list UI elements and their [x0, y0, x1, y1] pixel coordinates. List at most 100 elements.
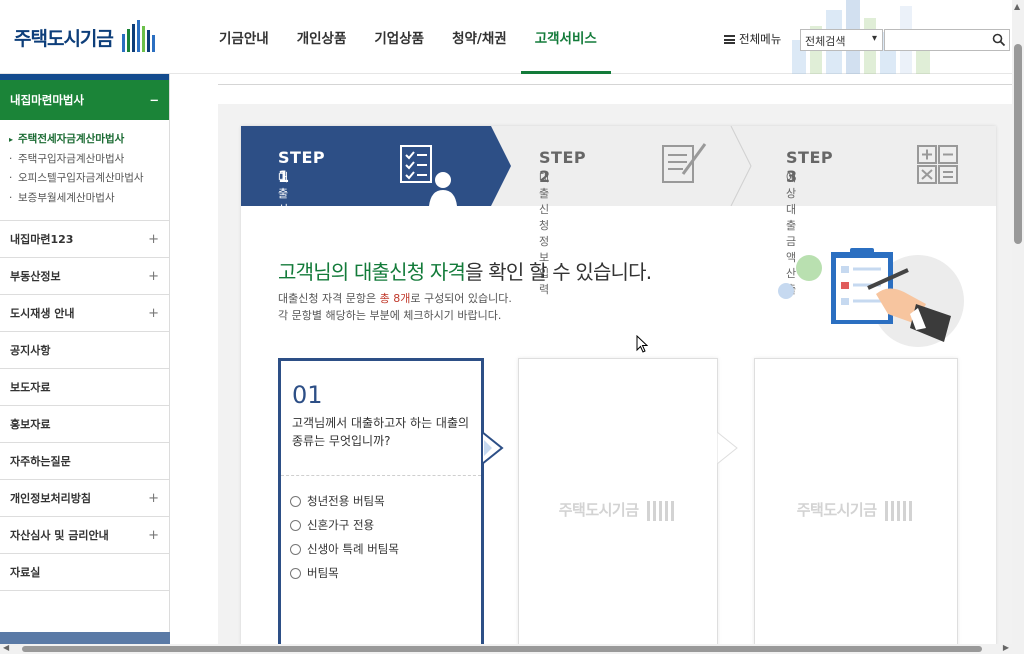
desc-line-1-post: 로 구성되어 있습니다.	[410, 292, 512, 305]
watermark-building-icon	[647, 500, 678, 521]
option-newlywed[interactable]: 신혼가구 전용	[290, 513, 399, 537]
desc-line-1-pre: 대출신청 자격 문항은	[278, 292, 380, 305]
sidebar-item-faq[interactable]: 자주하는질문	[0, 443, 169, 480]
expand-icon: +	[148, 231, 159, 247]
expand-icon: +	[148, 527, 159, 543]
sidebar-item-urban-regen[interactable]: 도시재생 안내 +	[0, 295, 169, 332]
next-arrow-icon	[717, 432, 738, 464]
site-header: 주택도시기금 기금안내 개인상품 기업상품 청약/채권 고객서비스 전체메뉴 전	[0, 0, 1012, 74]
clipboard-hand-illustration	[778, 248, 964, 347]
option-label: 버팀목	[307, 566, 339, 580]
sidebar-item-asset-review[interactable]: 자산심사 및 금리안내 +	[0, 517, 169, 554]
headline-rest: 을 확인 할 수 있습니다.	[465, 260, 652, 284]
mouse-cursor-icon	[636, 335, 648, 353]
radio-button[interactable]	[290, 519, 301, 531]
sidebar-head-label: 내집마련마법사	[10, 93, 85, 107]
sidebar-item-real-estate[interactable]: 부동산정보 +	[0, 258, 169, 295]
form-pencil-icon	[662, 143, 707, 183]
radio-button[interactable]	[290, 543, 301, 555]
desc-line-1: 대출신청 자격 문항은 총 8개로 구성되어 있습니다.	[278, 290, 512, 307]
sidebar-item-label: 공지사항	[10, 344, 51, 357]
watermark-logo: 주택도시기금	[519, 499, 717, 521]
option-beotimmok[interactable]: 버팀목	[290, 561, 399, 585]
sidebar: 내집마련마법사 − 주택전세자금계산마법사 주택구입자금계산마법사 오피스텔구입…	[0, 74, 170, 644]
headline-highlight: 고객님의 대출신청 자격	[278, 260, 466, 284]
sidebar-item-label: 홍보자료	[10, 418, 51, 431]
step-arrows	[241, 126, 752, 206]
sidebar-item-privacy[interactable]: 개인정보처리방침 +	[0, 480, 169, 517]
desc-line-2: 각 문항별 해당하는 부분에 체크하시기 바랍니다.	[278, 309, 502, 322]
question-count: 총 8개	[379, 292, 411, 305]
scroll-up-icon[interactable]: ▲	[1014, 2, 1020, 11]
question-card-01: 01 고객님께서 대출하고자 하는 대출의 종류는 무엇입니까? 청년전용 버팀…	[278, 358, 484, 654]
watermark-logo: 주택도시기금	[755, 499, 957, 521]
sidebar-item-label: 내집마련123	[10, 233, 74, 246]
option-label: 신혼가구 전용	[307, 518, 375, 532]
sidebar-item-label: 개인정보처리방침	[10, 492, 91, 505]
answer-options: 청년전용 버팀목 신혼가구 전용 신생아 특례 버팀목 버팀목	[290, 489, 399, 585]
step-indicator: STEP 1 대출신청 자격확인 STEP 2 대출신청 정보입력 STEP 3…	[241, 126, 996, 296]
radio-button[interactable]	[290, 567, 301, 579]
sidebar-head-home-wizard[interactable]: 내집마련마법사 −	[0, 80, 169, 120]
question-card-placeholder-3: 주택도시기금	[754, 358, 958, 654]
logo-text: 주택도시기금	[14, 27, 114, 50]
sidebar-item-label: 도시재생 안내	[10, 307, 75, 320]
expand-icon: +	[148, 305, 159, 321]
horizontal-scrollbar[interactable]: ◀ ▶	[0, 643, 1012, 654]
content-divider	[218, 84, 1012, 85]
nav-customer-service[interactable]: 고객서비스	[520, 0, 611, 74]
search-icon[interactable]	[992, 33, 1006, 47]
sidebar-item-home-123[interactable]: 내집마련123 +	[0, 221, 169, 258]
sidebar-sub-officetel-calc[interactable]: 오피스텔구입자금계산마법사	[6, 169, 169, 189]
calculator-icon	[917, 145, 958, 184]
sidebar-sub-jeonse-calc[interactable]: 주택전세자금계산마법사	[6, 130, 169, 150]
option-youth-loan[interactable]: 청년전용 버팀목	[290, 489, 399, 513]
search-scope-select[interactable]: 전체검색 ▾	[800, 29, 883, 51]
sidebar-sub-purchase-calc[interactable]: 주택구입자금계산마법사	[6, 150, 169, 170]
sidebar-item-press[interactable]: 보도자료	[0, 369, 169, 406]
search-scope-value: 전체검색	[805, 35, 846, 48]
sidebar-item-notices[interactable]: 공지사항	[0, 332, 169, 369]
sidebar-bottom-banner[interactable]	[0, 632, 170, 644]
site-logo[interactable]: 주택도시기금	[14, 20, 159, 54]
page-headline: 고객님의 대출신청 자격을 확인 할 수 있습니다.	[278, 256, 652, 285]
sidebar-sub-monthly-rent-calc[interactable]: 보증부월세계산마법사	[6, 189, 169, 209]
checklist-person-icon	[400, 145, 457, 206]
expand-icon: +	[148, 490, 159, 506]
sidebar-item-label: 보도자료	[10, 381, 51, 394]
question-divider	[281, 475, 481, 476]
all-menu-button[interactable]: 전체메뉴	[724, 31, 781, 47]
question-text: 고객님께서 대출하고자 하는 대출의 종류는 무엇입니까?	[292, 416, 470, 448]
radio-button[interactable]	[290, 495, 301, 507]
wizard-card: STEP 1 대출신청 자격확인 STEP 2 대출신청 정보입력 STEP 3…	[241, 126, 996, 654]
sidebar-item-label: 자주하는질문	[10, 455, 71, 468]
sidebar-submenu: 주택전세자금계산마법사 주택구입자금계산마법사 오피스텔구입자금계산마법사 보증…	[0, 120, 169, 221]
sidebar-item-promo[interactable]: 홍보자료	[0, 406, 169, 443]
main-content: STEP 1 대출신청 자격확인 STEP 2 대출신청 정보입력 STEP 3…	[218, 84, 1012, 654]
chevron-down-icon: ▾	[871, 33, 877, 44]
nav-fund-info[interactable]: 기금안내	[205, 0, 283, 74]
all-menu-label: 전체메뉴	[739, 32, 782, 46]
option-label: 청년전용 버팀목	[307, 494, 385, 508]
sidebar-item-archive[interactable]: 자료실	[0, 554, 169, 591]
option-label: 신생아 특례 버팀목	[307, 542, 399, 556]
hamburger-icon	[724, 34, 735, 44]
next-arrow-icon	[482, 432, 504, 464]
vertical-scrollbar[interactable]: ▲	[1012, 0, 1024, 654]
option-newborn[interactable]: 신생아 특례 버팀목	[290, 537, 399, 561]
scroll-right-icon[interactable]: ▶	[1003, 643, 1009, 652]
question-number: 01	[292, 381, 323, 409]
main-nav: 기금안내 개인상품 기업상품 청약/채권 고객서비스	[205, 0, 611, 74]
question-card-placeholder-2: 주택도시기금	[518, 358, 718, 654]
watermark-text: 주택도시기금	[558, 501, 639, 519]
watermark-text: 주택도시기금	[796, 501, 877, 519]
watermark-building-icon	[885, 500, 916, 521]
wizard-panel: STEP 1 대출신청 자격확인 STEP 2 대출신청 정보입력 STEP 3…	[218, 104, 1012, 654]
scroll-left-icon[interactable]: ◀	[3, 643, 9, 652]
nav-corporate-products[interactable]: 기업상품	[360, 0, 438, 74]
vertical-scroll-thumb[interactable]	[1014, 44, 1022, 244]
nav-subscription-bonds[interactable]: 청약/채권	[438, 0, 521, 74]
horizontal-scroll-thumb[interactable]	[22, 646, 982, 652]
sidebar-item-label: 부동산정보	[10, 270, 61, 283]
nav-personal-products[interactable]: 개인상품	[283, 0, 361, 74]
